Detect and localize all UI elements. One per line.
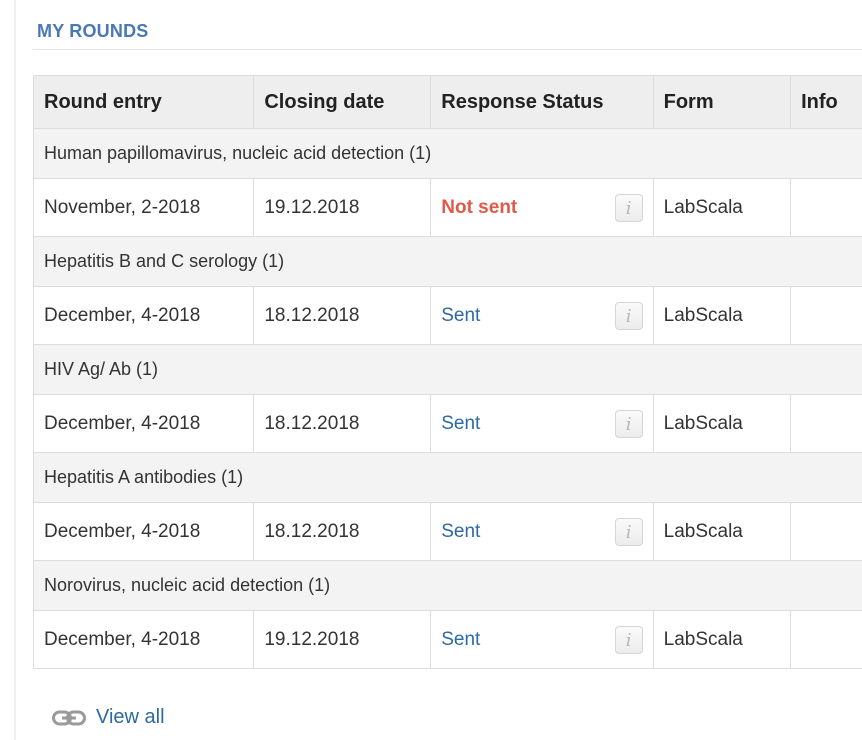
closing-date-cell: 18.12.2018 xyxy=(253,502,432,561)
info-cell xyxy=(790,610,862,669)
info-icon[interactable]: i xyxy=(614,517,643,546)
round-entry-cell: December, 4-2018 xyxy=(32,286,255,345)
view-all-link[interactable]: View all xyxy=(52,706,165,729)
section-title-underline xyxy=(33,49,862,50)
info-cell xyxy=(790,394,862,453)
left-divider xyxy=(14,0,16,740)
closing-date-cell: 18.12.2018 xyxy=(253,394,432,453)
closing-date-cell: 19.12.2018 xyxy=(253,178,432,237)
round-entry-cell: November, 2-2018 xyxy=(32,178,255,237)
form-cell: LabScala xyxy=(652,502,792,561)
info-icon[interactable]: i xyxy=(614,625,643,654)
table-row: November, 2-2018 19.12.2018 Not sent i L… xyxy=(32,178,862,237)
header-info: Info xyxy=(790,75,862,129)
header-round-entry: Round entry xyxy=(32,75,255,129)
info-icon[interactable]: i xyxy=(614,409,643,438)
group-row: Hepatitis B and C serology (1) xyxy=(33,236,862,287)
header-response-status: Response Status xyxy=(430,75,654,129)
closing-date-cell: 18.12.2018 xyxy=(253,286,432,345)
group-row: Norovirus, nucleic acid detection (1) xyxy=(33,560,862,611)
group-row: Human papillomavirus, nucleic acid detec… xyxy=(33,128,862,179)
rounds-table: Round entry Closing date Response Status… xyxy=(32,75,862,669)
closing-date-cell: 19.12.2018 xyxy=(253,610,432,669)
round-entry-cell: December, 4-2018 xyxy=(32,394,255,453)
response-status-cell: Sent i xyxy=(430,610,654,669)
response-status-cell: Sent i xyxy=(430,286,654,345)
info-cell xyxy=(790,178,862,237)
group-row: Hepatitis A antibodies (1) xyxy=(33,452,862,503)
group-name: Hepatitis A antibodies (1) xyxy=(33,452,862,503)
info-icon[interactable]: i xyxy=(614,193,643,222)
response-status-cell: Not sent i xyxy=(430,178,654,237)
form-cell: LabScala xyxy=(652,286,792,345)
status-sent-link[interactable]: Sent xyxy=(441,305,480,326)
round-entry-cell: December, 4-2018 xyxy=(32,610,255,669)
group-name: Norovirus, nucleic acid detection (1) xyxy=(33,560,862,611)
status-sent-link[interactable]: Sent xyxy=(441,413,480,434)
section-title: MY ROUNDS xyxy=(37,21,149,41)
form-cell: LabScala xyxy=(652,178,792,237)
group-name: HIV Ag/ Ab (1) xyxy=(33,344,862,395)
table-row: December, 4-2018 18.12.2018 Sent i LabSc… xyxy=(32,286,862,345)
header-form: Form xyxy=(652,75,792,129)
info-icon[interactable]: i xyxy=(614,301,643,330)
table-row: December, 4-2018 18.12.2018 Sent i LabSc… xyxy=(32,394,862,453)
info-cell xyxy=(790,286,862,345)
status-not-sent-link[interactable]: Not sent xyxy=(441,197,517,218)
header-closing-date: Closing date xyxy=(253,75,432,129)
form-cell: LabScala xyxy=(652,394,792,453)
table-row: December, 4-2018 18.12.2018 Sent i LabSc… xyxy=(32,502,862,561)
info-cell xyxy=(790,502,862,561)
view-all-label[interactable]: View all xyxy=(96,706,165,729)
group-name: Human papillomavirus, nucleic acid detec… xyxy=(33,128,862,179)
round-entry-cell: December, 4-2018 xyxy=(32,502,255,561)
group-name: Hepatitis B and C serology (1) xyxy=(33,236,862,287)
status-sent-link[interactable]: Sent xyxy=(441,521,480,542)
status-sent-link[interactable]: Sent xyxy=(441,629,480,650)
link-icon xyxy=(52,710,86,725)
response-status-cell: Sent i xyxy=(430,394,654,453)
form-cell: LabScala xyxy=(652,610,792,669)
group-row: HIV Ag/ Ab (1) xyxy=(33,344,862,395)
response-status-cell: Sent i xyxy=(430,502,654,561)
table-header-row: Round entry Closing date Response Status… xyxy=(32,75,862,129)
table-row: December, 4-2018 19.12.2018 Sent i LabSc… xyxy=(32,610,862,669)
